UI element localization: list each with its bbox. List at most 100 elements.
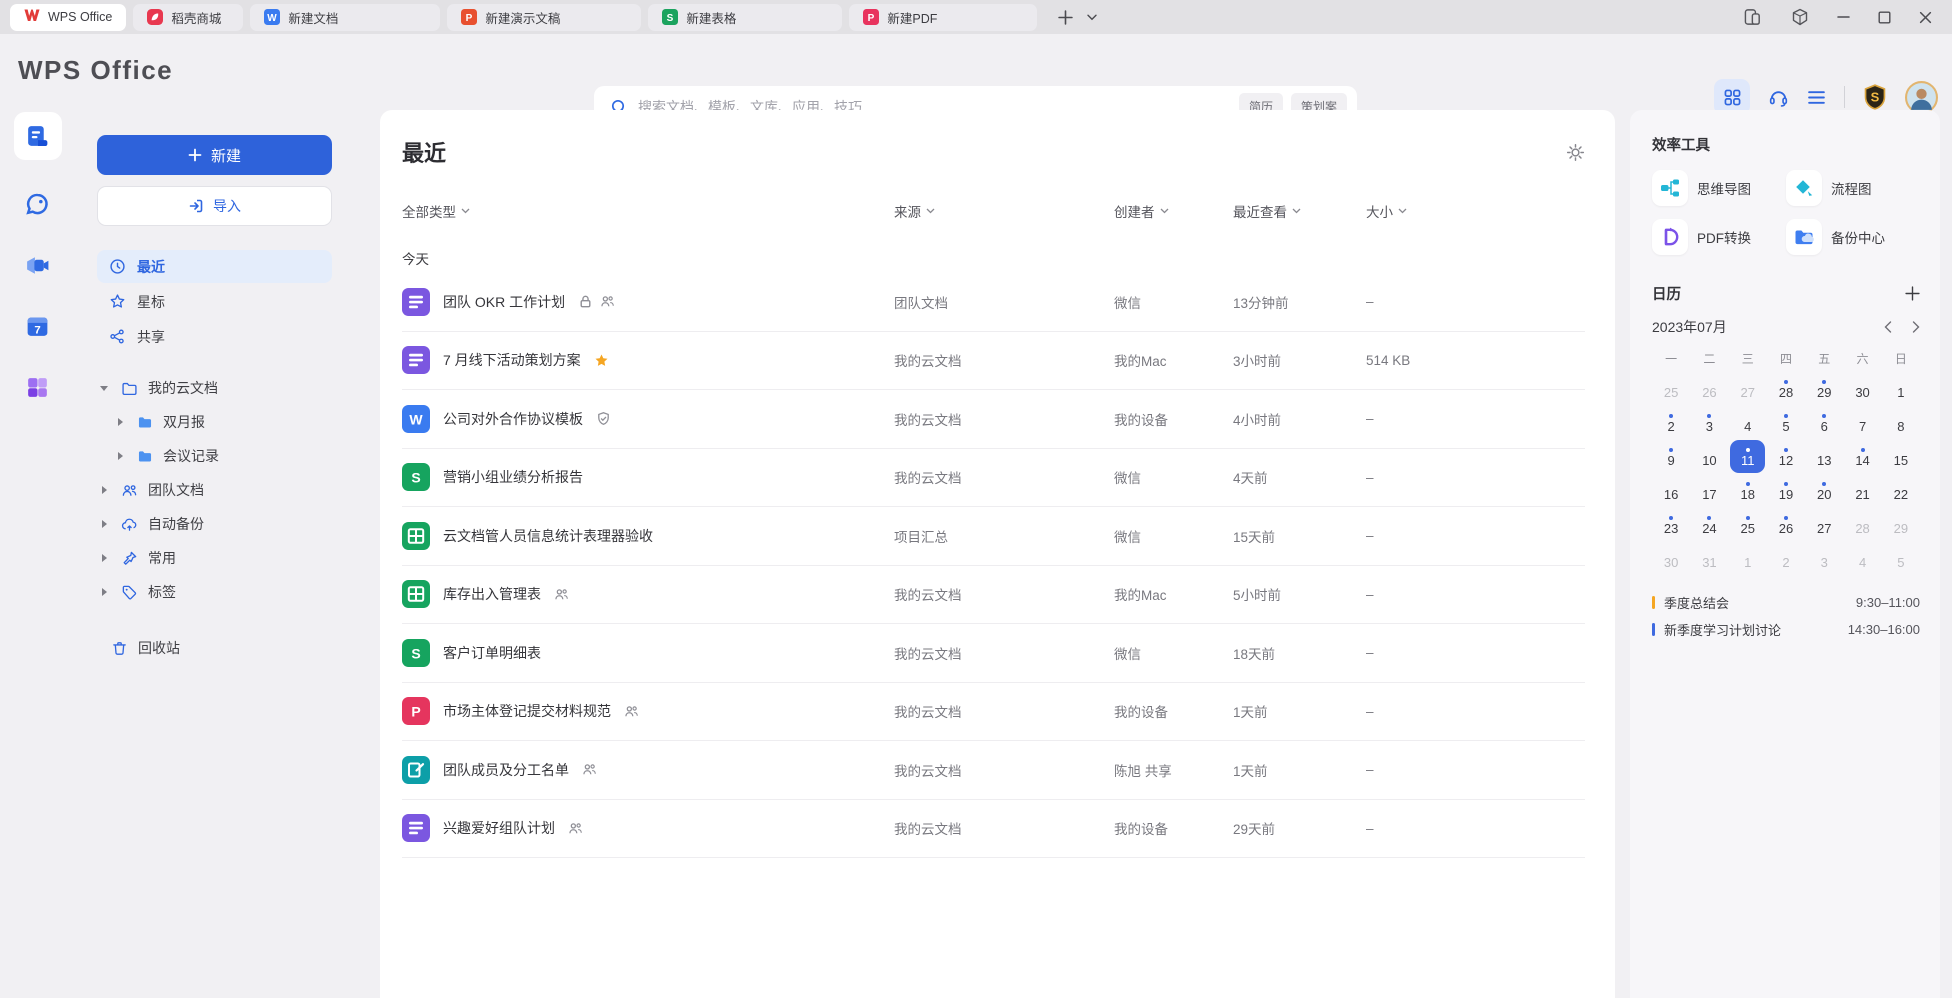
sidebar-item-recent[interactable]: 最近 <box>97 250 332 283</box>
calendar-day[interactable]: 29 <box>1807 372 1842 405</box>
filter-last-viewed[interactable]: 最近查看 <box>1233 201 1366 221</box>
new-tab-button[interactable] <box>1058 10 1073 25</box>
tab-new-presentation[interactable]: P 新建演示文稿 <box>447 4 641 31</box>
file-row[interactable]: 兴趣爱好组队计划我的云文档我的设备29天前– <box>402 800 1585 859</box>
calendar-day[interactable]: 3 <box>1807 542 1842 575</box>
calendar-day[interactable]: 11 <box>1730 440 1765 473</box>
calendar-day[interactable]: 25 <box>1654 372 1689 405</box>
calendar-day[interactable]: 30 <box>1845 372 1880 405</box>
tab-list-dropdown[interactable] <box>1087 14 1097 21</box>
user-avatar[interactable] <box>1905 81 1938 114</box>
calendar-day[interactable]: 21 <box>1845 474 1880 507</box>
tool-backup-center[interactable]: 备份中心 <box>1786 219 1920 255</box>
file-row[interactable]: 云文档管人员信息统计表理器验收项目汇总微信15天前– <box>402 507 1585 566</box>
calendar-day[interactable]: 30 <box>1654 542 1689 575</box>
sidebar-item-shared[interactable]: 共享 <box>97 320 332 353</box>
workspace-cube-icon[interactable] <box>1791 8 1809 26</box>
add-event-button[interactable] <box>1905 286 1920 301</box>
calendar-day[interactable]: 25 <box>1730 508 1765 541</box>
filter-all-types[interactable]: 全部类型 <box>402 201 894 221</box>
membership-badge[interactable]: S <box>1863 84 1887 110</box>
calendar-day[interactable]: 31 <box>1692 542 1727 575</box>
file-row[interactable]: 团队 OKR 工作计划团队文档微信13分钟前– <box>402 273 1585 332</box>
calendar-day[interactable]: 13 <box>1807 440 1842 473</box>
tool-pdf-convert[interactable]: PDF转换 <box>1652 219 1786 255</box>
calendar-day[interactable]: 16 <box>1654 474 1689 507</box>
device-sync-icon[interactable] <box>1744 8 1763 26</box>
calendar-day[interactable]: 24 <box>1692 508 1727 541</box>
sidebar-item-frequent[interactable]: 常用 <box>97 541 332 575</box>
calendar-day[interactable]: 4 <box>1845 542 1880 575</box>
calendar-day[interactable]: 15 <box>1883 440 1918 473</box>
close-button[interactable] <box>1919 11 1932 24</box>
expand-caret-icon[interactable] <box>97 588 111 596</box>
expand-caret-icon[interactable] <box>113 452 127 460</box>
calendar-day[interactable]: 27 <box>1807 508 1842 541</box>
calendar-day[interactable]: 19 <box>1768 474 1803 507</box>
expand-caret-icon[interactable] <box>97 520 111 528</box>
sidebar-item-trash[interactable]: 回收站 <box>97 631 332 665</box>
minimize-button[interactable] <box>1837 11 1850 23</box>
calendar-day[interactable]: 2 <box>1654 406 1689 439</box>
calendar-day[interactable]: 5 <box>1768 406 1803 439</box>
file-row[interactable]: W公司对外合作协议模板我的云文档我的设备4小时前– <box>402 390 1585 449</box>
calendar-event[interactable]: 新季度学习计划讨论 14:30–16:00 <box>1652 616 1920 643</box>
calendar-day[interactable]: 8 <box>1883 406 1918 439</box>
expand-caret-icon[interactable] <box>97 386 111 391</box>
calendar-event[interactable]: 季度总结会 9:30–11:00 <box>1652 589 1920 616</box>
tool-flowchart[interactable]: 流程图 <box>1786 170 1920 206</box>
expand-caret-icon[interactable] <box>97 486 111 494</box>
sidebar-item-meeting-notes[interactable]: 会议记录 <box>97 439 332 473</box>
file-row[interactable]: S营销小组业绩分析报告我的云文档微信4天前– <box>402 449 1585 508</box>
calendar-prev-button[interactable] <box>1884 321 1892 333</box>
calendar-day[interactable]: 28 <box>1768 372 1803 405</box>
calendar-day[interactable]: 18 <box>1730 474 1765 507</box>
tab-new-document[interactable]: W 新建文档 <box>250 4 440 31</box>
main-menu-icon[interactable] <box>1807 90 1826 105</box>
calendar-day[interactable]: 7 <box>1845 406 1880 439</box>
calendar-day[interactable]: 26 <box>1692 372 1727 405</box>
calendar-day[interactable]: 29 <box>1883 508 1918 541</box>
new-document-button[interactable]: 新建 <box>97 135 332 175</box>
expand-caret-icon[interactable] <box>97 554 111 562</box>
calendar-day[interactable]: 27 <box>1730 372 1765 405</box>
rail-apps-icon[interactable] <box>21 370 55 404</box>
rail-documents-icon[interactable] <box>14 112 62 160</box>
filter-size[interactable]: 大小 <box>1366 201 1585 221</box>
calendar-day[interactable]: 5 <box>1883 542 1918 575</box>
file-row[interactable]: 7 月线下活动策划方案我的云文档我的Mac3小时前514 KB <box>402 332 1585 391</box>
filter-source[interactable]: 来源 <box>894 201 1114 221</box>
tab-docer-mall[interactable]: 稻壳商城 <box>133 4 243 31</box>
calendar-day[interactable]: 12 <box>1768 440 1803 473</box>
sidebar-item-auto-backup[interactable]: 自动备份 <box>97 507 332 541</box>
tab-new-pdf[interactable]: P 新建PDF <box>849 4 1037 31</box>
tab-new-spreadsheet[interactable]: S 新建表格 <box>648 4 842 31</box>
calendar-day[interactable]: 4 <box>1730 406 1765 439</box>
rail-meeting-icon[interactable] <box>21 248 55 282</box>
calendar-day[interactable]: 28 <box>1845 508 1880 541</box>
file-row[interactable]: 库存出入管理表我的云文档我的Mac5小时前– <box>402 566 1585 625</box>
calendar-day[interactable]: 14 <box>1845 440 1880 473</box>
calendar-day[interactable]: 2 <box>1768 542 1803 575</box>
import-button[interactable]: 导入 <box>97 186 332 226</box>
filter-creator[interactable]: 创建者 <box>1114 201 1233 221</box>
sidebar-item-team-docs[interactable]: 团队文档 <box>97 473 332 507</box>
calendar-day[interactable]: 23 <box>1654 508 1689 541</box>
tool-mind-map[interactable]: 思维导图 <box>1652 170 1786 206</box>
calendar-day[interactable]: 3 <box>1692 406 1727 439</box>
calendar-day[interactable]: 9 <box>1654 440 1689 473</box>
sidebar-item-tags[interactable]: 标签 <box>97 575 332 609</box>
calendar-day[interactable]: 22 <box>1883 474 1918 507</box>
file-row[interactable]: P市场主体登记提交材料规范我的云文档我的设备1天前– <box>402 683 1585 742</box>
rail-calendar-icon[interactable]: 7 <box>21 309 55 343</box>
rail-messages-icon[interactable] <box>21 187 55 221</box>
calendar-day[interactable]: 17 <box>1692 474 1727 507</box>
calendar-next-button[interactable] <box>1912 321 1920 333</box>
calendar-day[interactable]: 20 <box>1807 474 1842 507</box>
calendar-day[interactable]: 1 <box>1730 542 1765 575</box>
sidebar-item-my-cloud-docs[interactable]: 我的云文档 <box>97 371 332 405</box>
list-settings-gear-icon[interactable] <box>1566 143 1585 162</box>
calendar-day[interactable]: 26 <box>1768 508 1803 541</box>
expand-caret-icon[interactable] <box>113 418 127 426</box>
support-headset-icon[interactable] <box>1768 87 1789 108</box>
